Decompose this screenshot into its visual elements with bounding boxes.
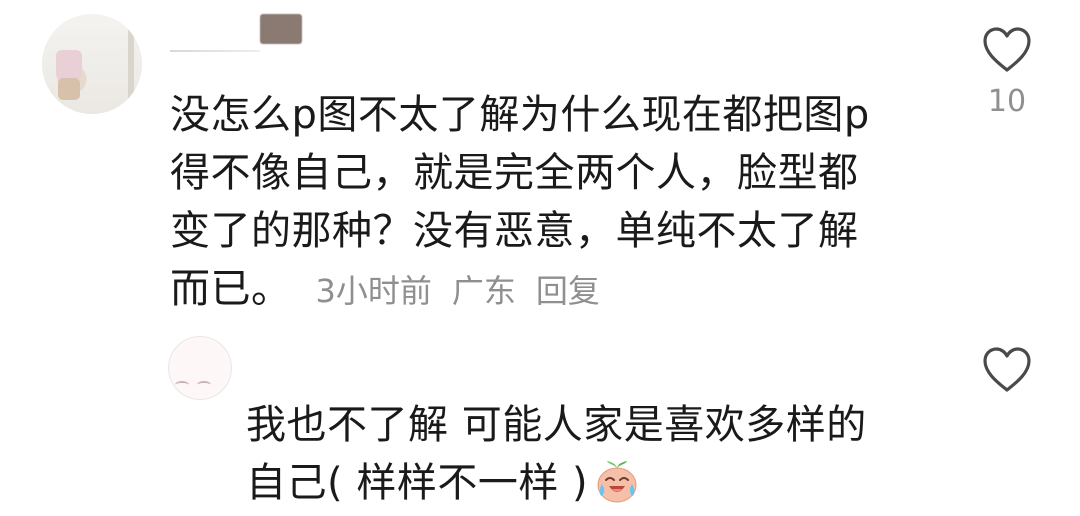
heart-outline-icon[interactable] — [975, 26, 1039, 74]
comment-line: 自己( 样样不一样 ) — [246, 460, 589, 506]
like-count: 10 — [987, 84, 1027, 119]
comment-line: 没怎么p图不太了解为什么现在都把图p — [170, 92, 870, 138]
reply-body[interactable]: 我也不了解 可能人家是喜欢多样的 自己( 样样不一样 ) — [246, 396, 926, 512]
reply-button[interactable]: 回复 — [536, 272, 600, 310]
comment-body[interactable]: 没怎么p图不太了解为什么现在都把图p 得不像自己，就是完全两个人，脸型都 变了的… — [170, 86, 910, 320]
comment-line: 而已。 — [170, 266, 292, 312]
comment-time: 3小时前 — [315, 272, 432, 310]
comment-meta: 3小时前 广东 回复 — [316, 272, 620, 310]
like-button[interactable] — [975, 346, 1039, 394]
comment-line: 我也不了解 可能人家是喜欢多样的 — [246, 402, 867, 448]
avatar[interactable] — [42, 14, 142, 114]
comment-location: 广东 — [451, 272, 516, 310]
comment-last-line: 而已。 3小时前 广东 回复 — [170, 260, 910, 320]
comment-line: 得不像自己，就是完全两个人，脸型都 — [170, 150, 859, 196]
laughing-crying-emoji-icon — [594, 458, 640, 504]
username-redacted[interactable] — [170, 14, 310, 54]
comment-line: 变了的那种？没有恶意，单纯不太了解 — [170, 208, 859, 254]
like-button[interactable]: 10 — [975, 26, 1039, 119]
heart-outline-icon[interactable] — [975, 346, 1039, 394]
comment-list: 没怎么p图不太了解为什么现在都把图p 得不像自己，就是完全两个人，脸型都 变了的… — [0, 0, 1080, 516]
avatar[interactable] — [168, 336, 232, 400]
comment-last-line: 自己( 样样不一样 ) — [246, 454, 926, 512]
